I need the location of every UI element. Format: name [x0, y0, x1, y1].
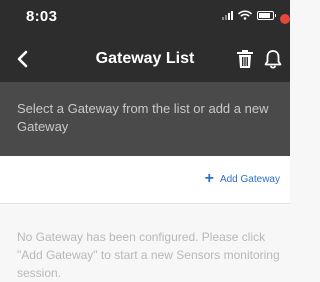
notifications-button[interactable] [262, 48, 284, 70]
bell-icon [264, 50, 282, 69]
battery-icon [257, 10, 276, 20]
gateway-list-screen: 8:03 Gateway List Select a Gateway from … [0, 0, 290, 282]
add-gateway-button[interactable]: + Add Gateway [204, 170, 280, 187]
nav-bar: Gateway List [0, 36, 290, 82]
status-icons [222, 10, 276, 20]
hint-text: Select a Gateway from the list or add a … [17, 101, 269, 134]
empty-state-message: No Gateway has been configured. Please c… [17, 230, 280, 280]
plus-icon: + [204, 170, 214, 187]
status-bar: 8:03 [0, 0, 290, 36]
status-time: 8:03 [26, 8, 58, 25]
notification-badge [280, 14, 290, 24]
add-gateway-row: + Add Gateway [0, 156, 290, 204]
delete-button[interactable] [234, 48, 256, 70]
wifi-icon [238, 10, 252, 20]
hint-panel: Select a Gateway from the list or add a … [0, 82, 290, 156]
signal-icon [222, 10, 233, 20]
add-gateway-label: Add Gateway [219, 173, 280, 185]
trash-icon [237, 50, 253, 68]
